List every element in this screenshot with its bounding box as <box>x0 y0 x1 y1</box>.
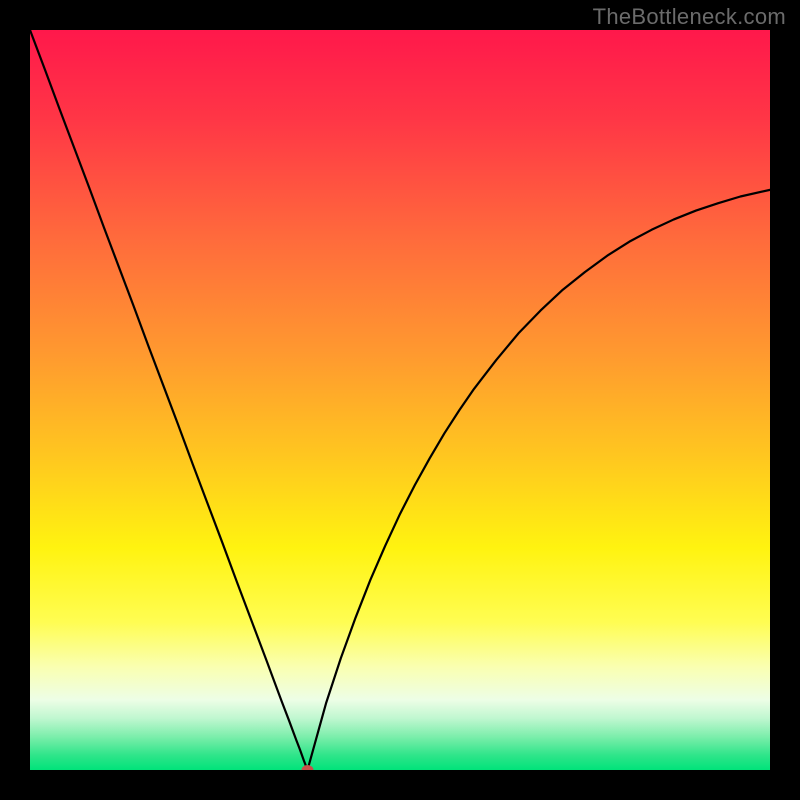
plot-area <box>30 30 770 770</box>
chart-container: TheBottleneck.com <box>0 0 800 800</box>
gradient-background <box>30 30 770 770</box>
curve-chart-svg <box>30 30 770 770</box>
watermark-text: TheBottleneck.com <box>593 4 786 30</box>
